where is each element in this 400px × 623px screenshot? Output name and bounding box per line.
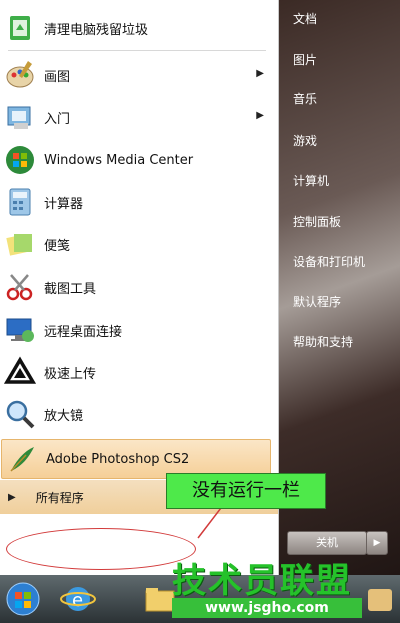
taskbar-ie-button[interactable]: e xyxy=(58,581,98,617)
annotation-ellipse xyxy=(6,528,196,570)
windows-media-center-icon xyxy=(4,144,36,176)
program-label: 放大镜 xyxy=(44,408,84,424)
remote-desktop-icon xyxy=(4,314,36,346)
divider xyxy=(8,50,266,51)
program-item-calculator[interactable]: 计算器 xyxy=(0,182,272,222)
shutdown-options-button[interactable]: ▶ xyxy=(366,531,388,555)
link-documents[interactable]: 文档 xyxy=(293,10,317,27)
link-music[interactable]: 音乐 xyxy=(293,90,317,107)
program-label: 极速上传 xyxy=(44,366,97,382)
app-icon xyxy=(368,589,392,611)
program-label: Adobe Photoshop CS2 xyxy=(46,451,190,467)
submenu-arrow-icon: ▶ xyxy=(256,110,264,121)
sticky-notes-icon xyxy=(4,228,36,260)
program-item-paint[interactable]: 画图 ▶ xyxy=(0,55,272,95)
program-item-getting-started[interactable]: 入门 ▶ xyxy=(0,97,272,137)
calculator-icon xyxy=(4,186,36,218)
program-label: 远程桌面连接 xyxy=(44,324,123,340)
link-games[interactable]: 游戏 xyxy=(293,132,317,149)
program-label: 便笺 xyxy=(44,238,71,254)
link-default-programs[interactable]: 默认程序 xyxy=(293,293,341,310)
program-label: 清理电脑残留垃圾 xyxy=(44,22,149,38)
program-item-fast-upload[interactable]: 极速上传 xyxy=(0,352,272,392)
program-label: 入门 xyxy=(44,111,71,127)
link-pictures[interactable]: 图片 xyxy=(293,51,317,68)
link-help-support[interactable]: 帮助和支持 xyxy=(293,333,353,350)
magnifier-icon xyxy=(4,398,36,430)
internet-explorer-icon: e xyxy=(60,587,96,611)
link-computer[interactable]: 计算机 xyxy=(293,172,329,189)
program-label: 截图工具 xyxy=(44,281,97,297)
expand-arrow-icon: ▶ xyxy=(8,491,16,503)
annotation-callout: 没有运行一栏 xyxy=(166,473,326,509)
program-label: 画图 xyxy=(44,69,71,85)
getting-started-icon xyxy=(4,101,36,133)
taskbar-app-button[interactable] xyxy=(360,581,400,617)
windows-orb-icon xyxy=(6,582,40,616)
link-devices-printers[interactable]: 设备和打印机 xyxy=(293,253,365,270)
program-item-magnifier[interactable]: 放大镜 xyxy=(0,394,272,434)
watermark-logo: 技术员联盟 xyxy=(172,561,352,601)
program-item-sticky-notes[interactable]: 便笺 xyxy=(0,224,272,264)
shutdown-button[interactable]: 关机 xyxy=(287,531,367,555)
upload-icon xyxy=(3,356,37,388)
paint-palette-icon xyxy=(4,59,36,91)
recycle-bin-icon xyxy=(4,12,36,44)
all-programs-label: 所有程序 xyxy=(35,490,84,505)
start-button[interactable] xyxy=(2,581,44,617)
program-item-cleanup[interactable]: 清理电脑残留垃圾 xyxy=(0,8,272,48)
submenu-arrow-icon: ▶ xyxy=(256,68,264,79)
photoshop-feather-icon xyxy=(6,443,38,475)
program-item-media-center[interactable]: Windows Media Center xyxy=(0,140,272,180)
program-label: Windows Media Center xyxy=(44,152,194,168)
snipping-tool-icon xyxy=(4,271,36,303)
watermark-url: www.jsgho.com xyxy=(172,598,362,618)
link-control-panel[interactable]: 控制面板 xyxy=(293,213,341,230)
program-label: 计算器 xyxy=(44,196,84,212)
program-item-snipping-tool[interactable]: 截图工具 xyxy=(0,267,272,307)
program-item-remote-desktop[interactable]: 远程桌面连接 xyxy=(0,310,272,350)
